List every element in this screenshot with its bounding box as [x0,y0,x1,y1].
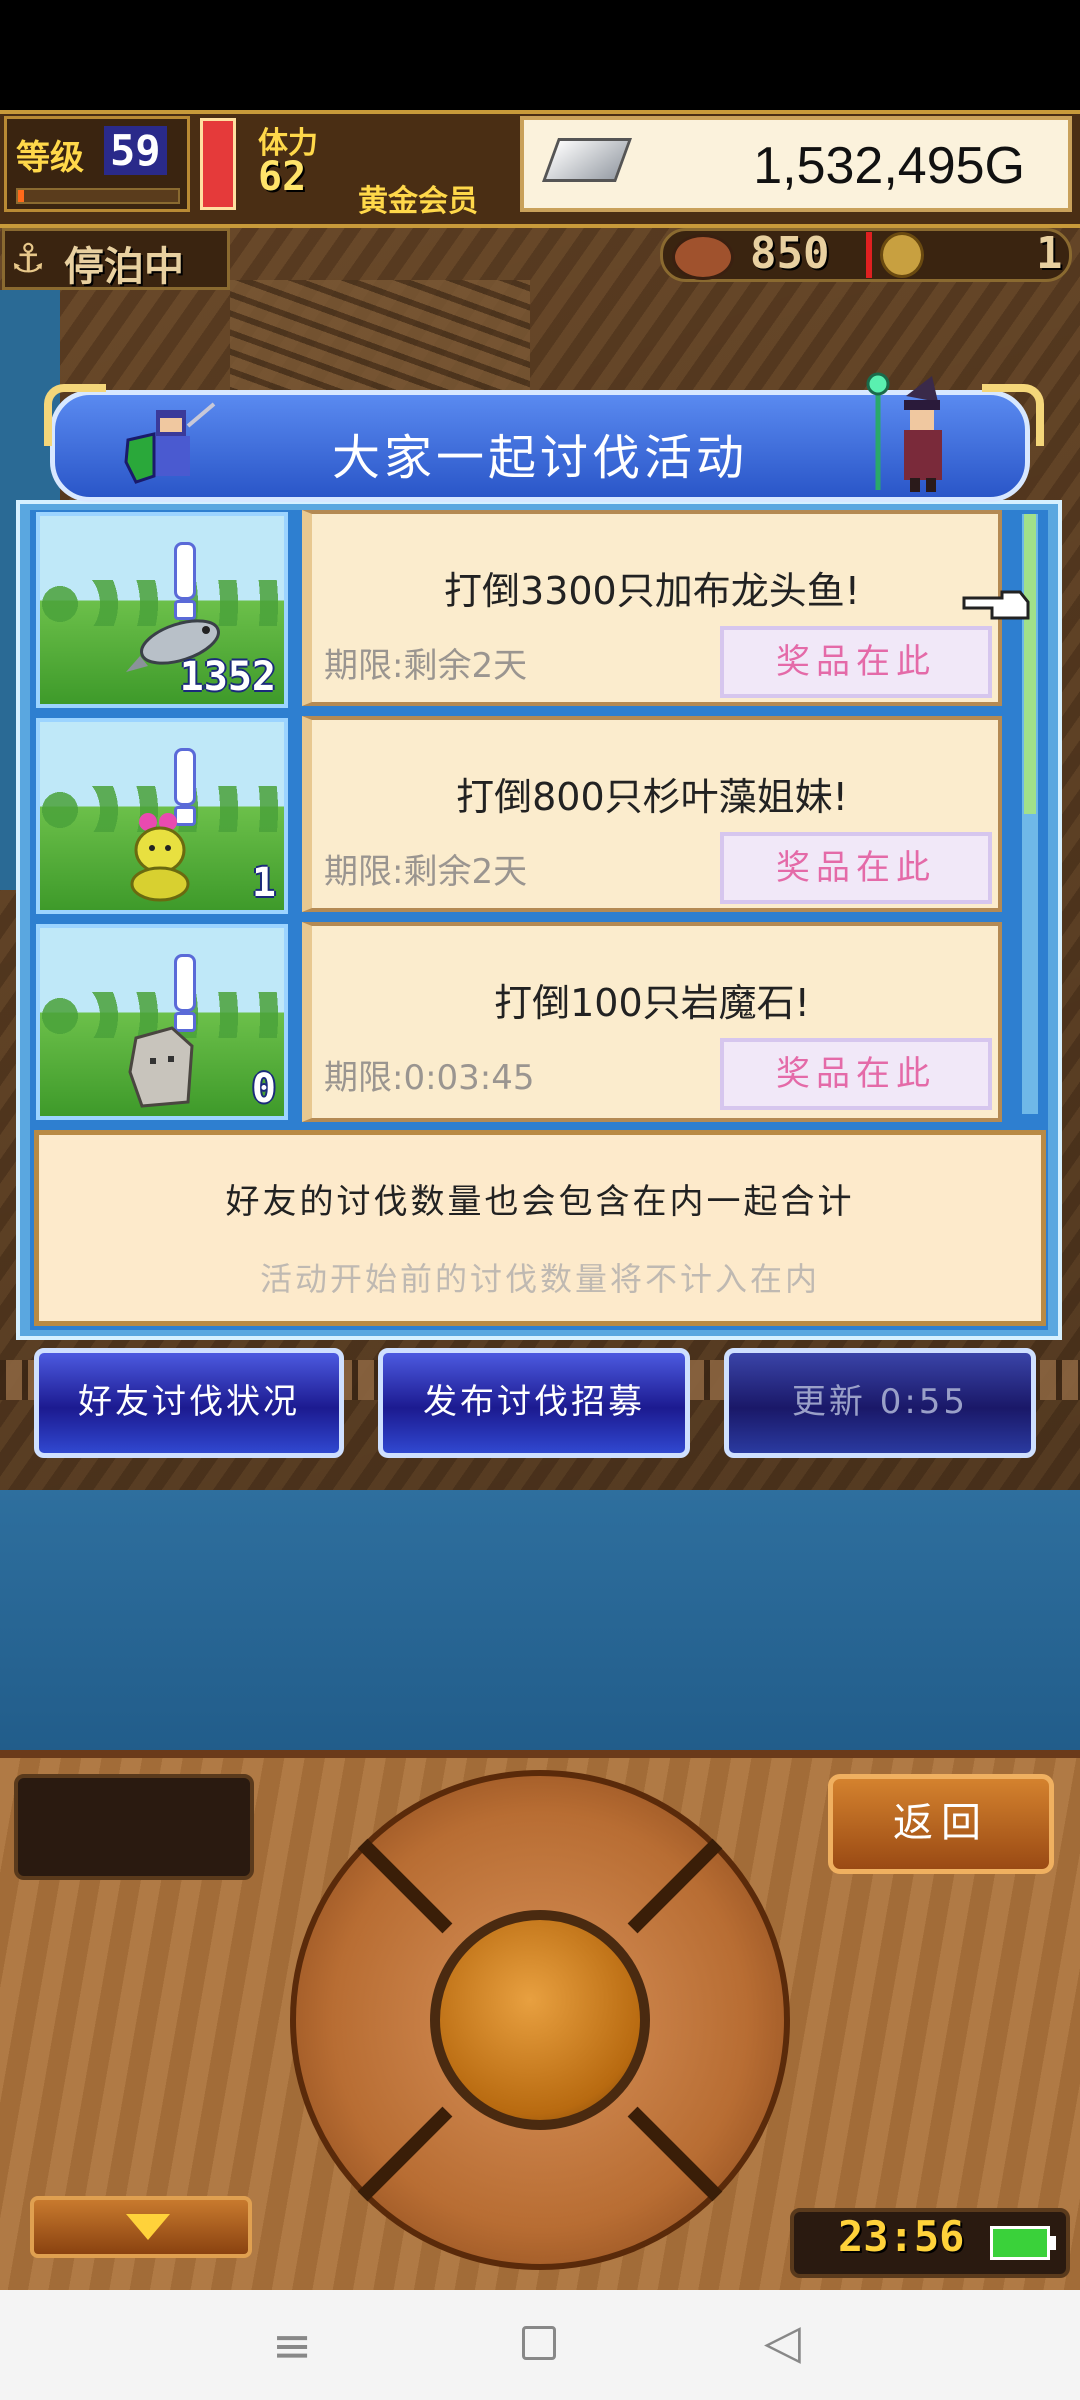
food-value: 850 [750,228,830,279]
quest-title: 打倒100只岩魔石! [494,981,810,1025]
empty-slot[interactable] [14,1774,254,1880]
menu-toggle-button[interactable] [30,2196,252,2258]
scroll-thumb[interactable] [1024,514,1036,814]
quest-deadline: 期限:0:03:45 [324,1058,535,1098]
quest-title: 打倒3300只加布龙头鱼! [444,569,860,613]
info-text: 好友的讨伐数量也会包含在内一起合计 [225,1182,855,1222]
battery-fill [993,2229,1047,2257]
wizard-character-icon [866,372,942,492]
quest-count: 1352 [179,654,276,700]
resource-divider [866,232,872,278]
reward-button[interactable]: 奖品在此 [720,626,992,698]
dpad-center-button[interactable] [430,1910,650,2130]
quest-thumbnail: 0 [36,924,288,1120]
level-progress-bar [16,188,180,204]
sea-water [0,1490,1080,1750]
exclamation-icon [174,748,196,806]
reward-button[interactable]: 奖品在此 [720,1038,992,1110]
stamina-gauge [200,118,236,210]
friends-status-button[interactable]: 好友讨伐状况 [34,1348,344,1458]
quest-count: 0 [251,1066,276,1112]
reward-button[interactable]: 奖品在此 [720,832,992,904]
nav-back-icon[interactable]: ◁ [764,2314,801,2370]
quest-card[interactable]: 打倒100只岩魔石! 期限:0:03:45 奖品在此 [302,922,1002,1122]
meat-icon [672,234,734,280]
exclamation-icon [174,954,196,1012]
battery-icon [990,2226,1050,2260]
status-bar [0,0,1080,110]
banner-corner-left [44,384,106,446]
dpad-divider [357,1838,453,1934]
seaweed-sister-icon [130,813,190,902]
level-value: 59 [104,126,167,175]
docked-label: 停泊中 [64,244,184,290]
medal-value: 1 [1036,228,1063,279]
anchor-icon: ⚓ [10,236,46,282]
quest-count: 1 [251,860,276,906]
recent-apps-icon[interactable]: ≡ [272,2318,312,2374]
back-button[interactable]: 返回 [828,1774,1054,1874]
exclamation-icon [174,542,196,600]
quest-card[interactable]: 打倒800只杉叶藻姐妹! 期限:剩余2天 奖品在此 [302,716,1002,912]
banner-corner-right [982,384,1044,446]
quest-card[interactable]: 打倒3300只加布龙头鱼! 期限:剩余2天 奖品在此 [302,510,1002,706]
quest-title: 打倒800只杉叶藻姐妹! [456,775,848,819]
info-note: 活动开始前的讨伐数量将不计入在内 [259,1260,820,1298]
quest-deadline: 期限:剩余2天 [324,852,528,892]
chevron-down-icon [126,2214,170,2240]
event-title: 大家一起讨伐活动 [331,430,748,486]
dpad-divider [357,2106,453,2202]
clock-time: 23:56 [838,2212,965,2261]
dpad-divider [627,2106,723,2202]
quest-thumbnail: 1352 [36,512,288,708]
quest-deadline: 期限:剩余2天 [324,646,528,686]
level-progress-fill [18,190,25,202]
medal-icon [880,232,924,278]
recruit-button[interactable]: 发布讨伐招募 [378,1348,690,1458]
stamina-value: 62 [258,154,307,200]
quest-thumbnail: 1 [36,718,288,914]
dpad-divider [627,1838,723,1934]
pointer-hand-icon [962,590,1030,620]
home-icon[interactable] [522,2326,556,2360]
rock-golem-icon [128,1026,194,1108]
gold-value: 1,532,495G [753,137,1025,195]
refresh-button[interactable]: 更新 0:55 [724,1348,1036,1458]
member-label: 黄金会员 [358,184,478,219]
level-label: 等级 [16,138,84,178]
battery-tip [1050,2236,1056,2250]
